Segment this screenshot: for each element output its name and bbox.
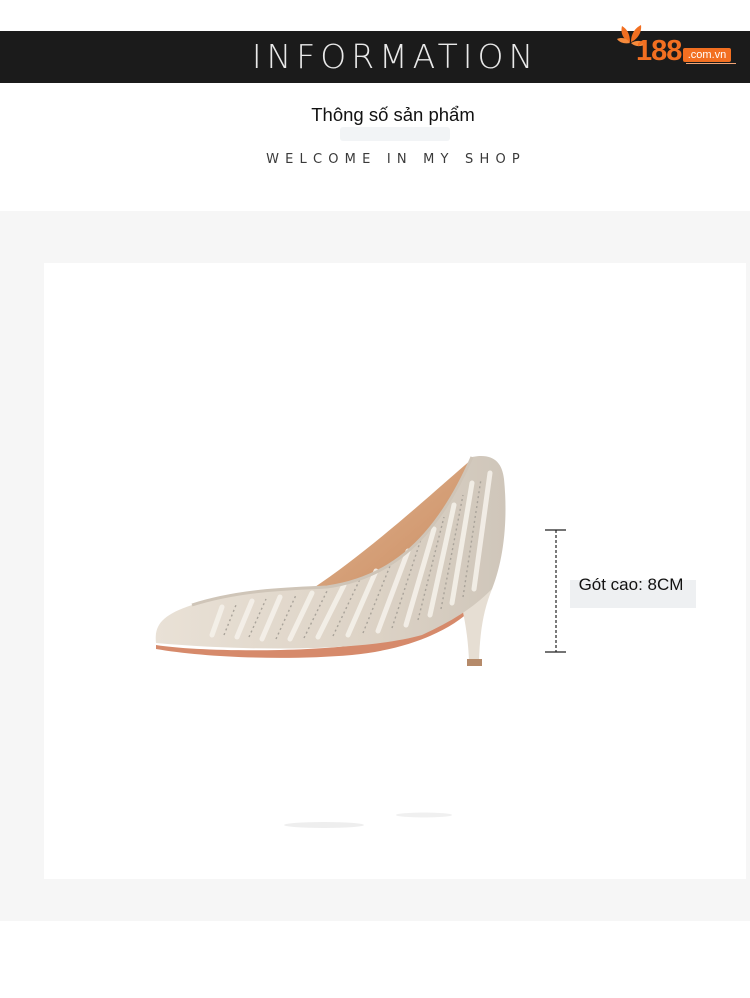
shadow-smudge [284, 812, 452, 828]
shop-subtitle: WELCOME IN MY SHOP [266, 152, 526, 167]
site-logo[interactable]: 188 .com.vn [616, 22, 736, 70]
logo-number: 188 [636, 35, 682, 67]
section-heading: Thông số sản phẩm [311, 104, 475, 125]
product-photo [44, 263, 746, 879]
height-measure-bracket [545, 529, 566, 653]
heel-height-label: Gót cao: 8CM [578, 575, 684, 594]
logo-tagline [686, 63, 736, 67]
logo-domain: .com.vn [683, 48, 731, 62]
high-heel-shoe-image [155, 455, 506, 666]
heading-highlight [340, 127, 450, 141]
